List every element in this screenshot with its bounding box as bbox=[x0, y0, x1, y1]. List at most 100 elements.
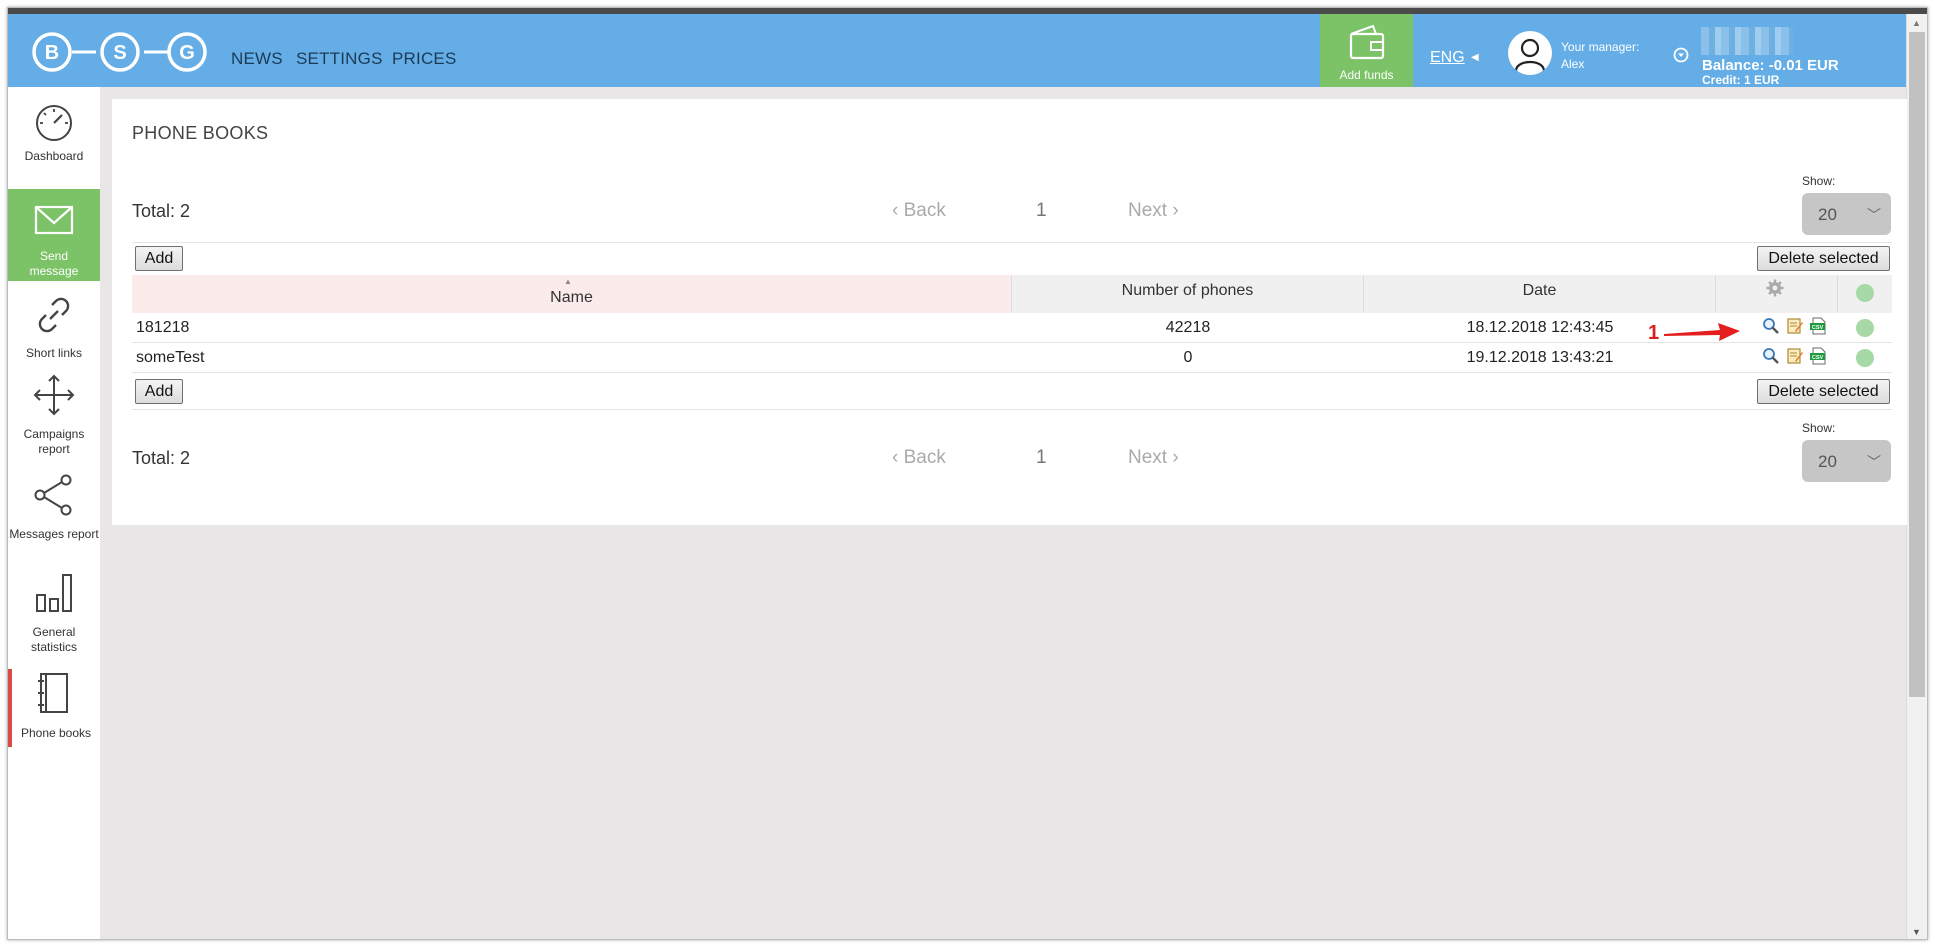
delete-selected-button-top[interactable]: Delete selected bbox=[1757, 246, 1890, 271]
select-all-toggle[interactable] bbox=[1856, 284, 1874, 302]
manager-label: Your manager: bbox=[1561, 40, 1640, 54]
pager-back-label: Back bbox=[903, 447, 946, 468]
column-header-phones[interactable]: Number of phones bbox=[1012, 275, 1364, 313]
pager-back-top[interactable]: ‹ Back bbox=[892, 200, 946, 222]
svg-text:CSV: CSV bbox=[1812, 355, 1824, 361]
sidebar-item-phone-books[interactable]: Phone books bbox=[8, 669, 100, 747]
sidebar-item-campaigns-report[interactable]: Campaigns report bbox=[8, 369, 100, 469]
show-label-bottom: Show: bbox=[1802, 421, 1836, 435]
page-size-select-bottom[interactable]: 20 ﹀ bbox=[1802, 440, 1891, 482]
top-header: B S G NEWS SETTINGS PRICES Add funds ENG… bbox=[8, 14, 1907, 87]
add-funds-button[interactable]: Add funds bbox=[1320, 14, 1413, 87]
svg-text:CSV: CSV bbox=[1812, 325, 1824, 331]
pager-next-label: Next bbox=[1128, 200, 1168, 221]
annotation-number: 1 bbox=[1648, 322, 1660, 344]
sidebar-item-send-message[interactable]: Send message bbox=[8, 189, 100, 281]
sidebar-item-general-statistics[interactable]: General statistics bbox=[8, 569, 100, 669]
balance-text: Balance: -0.01 EUR bbox=[1702, 57, 1839, 74]
caret-left-icon[interactable]: ◀ bbox=[1471, 52, 1479, 63]
scroll-thumb[interactable] bbox=[1909, 32, 1925, 697]
row-phones: 0 bbox=[1183, 349, 1193, 366]
scroll-up-icon[interactable]: ▲ bbox=[1912, 18, 1921, 28]
scroll-down-icon[interactable]: ▼ bbox=[1912, 927, 1921, 937]
row-phones: 42218 bbox=[1165, 319, 1211, 336]
sidebar-label-short-links: Short links bbox=[25, 346, 83, 360]
nav-news[interactable]: NEWS bbox=[231, 49, 283, 69]
envelope-icon bbox=[34, 205, 74, 235]
edit-icon[interactable] bbox=[1786, 317, 1804, 335]
pager-page-bottom[interactable]: 1 bbox=[1036, 447, 1047, 469]
csv-export-icon[interactable]: CSV bbox=[1809, 317, 1827, 335]
sidebar-label-messages-report: Messages report bbox=[9, 527, 99, 541]
column-header-settings[interactable] bbox=[1716, 275, 1838, 313]
csv-export-icon[interactable]: CSV bbox=[1809, 347, 1827, 365]
speedometer-icon bbox=[36, 105, 72, 141]
pager-page-top[interactable]: 1 bbox=[1036, 200, 1047, 222]
manager-avatar bbox=[1508, 31, 1552, 75]
row-name[interactable]: 181218 bbox=[136, 319, 189, 337]
sidebar-label-general-statistics: General statistics bbox=[30, 625, 77, 654]
column-header-name[interactable]: ▲ Name bbox=[132, 275, 1012, 313]
page-title: PHONE BOOKS bbox=[132, 123, 269, 143]
column-header-date-label: Date bbox=[1522, 282, 1557, 299]
sidebar-item-dashboard[interactable]: Dashboard bbox=[8, 87, 100, 172]
add-funds-label: Add funds bbox=[1339, 68, 1394, 82]
bar-chart-icon bbox=[36, 574, 72, 612]
table-row[interactable]: 181218 42218 18.12.2018 12:43:45 CSV bbox=[132, 313, 1892, 343]
total-count-bottom: Total: 2 bbox=[132, 448, 191, 468]
phone-books-panel: PHONE BOOKS Total: 2 ‹ Back 1 Next › Sho… bbox=[112, 99, 1907, 525]
sidebar-label-dashboard: Dashboard bbox=[24, 149, 84, 163]
logo-letter-s: S bbox=[113, 42, 126, 64]
divider bbox=[132, 242, 1892, 243]
column-header-phones-label: Number of phones bbox=[1121, 282, 1254, 299]
move-arrows-icon bbox=[33, 374, 75, 416]
sort-up-icon: ▲ bbox=[564, 277, 572, 286]
manager-name: Alex bbox=[1561, 57, 1585, 71]
sidebar-label-send-message: Send message bbox=[29, 249, 79, 278]
pager-back-bottom[interactable]: ‹ Back bbox=[892, 447, 946, 469]
sidebar-label-phone-books: Phone books bbox=[20, 726, 92, 740]
language-selector[interactable]: ENG bbox=[1430, 49, 1465, 67]
table-row[interactable]: someTest 0 19.12.2018 13:43:21 CSV bbox=[132, 343, 1892, 373]
credit-text: Credit: 1 EUR bbox=[1702, 73, 1780, 87]
blurred-account-name bbox=[1701, 27, 1793, 55]
bsg-logo[interactable]: B S G bbox=[32, 28, 207, 76]
pager-next-bottom[interactable]: Next › bbox=[1128, 447, 1179, 469]
sidebar-item-messages-report[interactable]: Messages report bbox=[8, 469, 100, 569]
row-select-toggle[interactable] bbox=[1856, 319, 1874, 337]
link-icon bbox=[38, 297, 70, 333]
notebook-icon bbox=[38, 673, 68, 713]
chevron-down-icon: ﹀ bbox=[1867, 207, 1881, 223]
page-size-select-top[interactable]: 20 ﹀ bbox=[1802, 193, 1891, 235]
sidebar-label-campaigns-report: Campaigns report bbox=[23, 427, 85, 456]
column-header-date[interactable]: Date bbox=[1364, 275, 1716, 313]
add-button-bottom[interactable]: Add bbox=[135, 379, 183, 404]
row-select-toggle[interactable] bbox=[1856, 349, 1874, 367]
chevron-down-icon: ﹀ bbox=[1867, 454, 1881, 470]
gear-icon[interactable] bbox=[1766, 279, 1784, 297]
browser-window: B S G NEWS SETTINGS PRICES Add funds ENG… bbox=[7, 7, 1928, 940]
delete-selected-button-bottom[interactable]: Delete selected bbox=[1757, 379, 1890, 404]
dropdown-circle-icon[interactable] bbox=[1673, 47, 1689, 63]
sidebar-item-short-links[interactable]: Short links bbox=[8, 287, 100, 367]
magnifier-icon[interactable] bbox=[1762, 347, 1780, 365]
user-icon bbox=[1514, 38, 1546, 72]
add-button-top[interactable]: Add bbox=[135, 246, 183, 271]
divider bbox=[132, 409, 1892, 410]
nav-settings[interactable]: SETTINGS bbox=[296, 49, 383, 69]
row-name[interactable]: someTest bbox=[136, 349, 204, 367]
page-size-value: 20 bbox=[1818, 452, 1837, 471]
row-date: 19.12.2018 13:43:21 bbox=[1466, 349, 1614, 366]
nav-prices[interactable]: PRICES bbox=[392, 49, 457, 69]
total-count-top: Total: 2 bbox=[132, 201, 191, 221]
page-scrollbar[interactable]: ▲ ▼ bbox=[1906, 14, 1927, 939]
pager-back-label: Back bbox=[903, 200, 946, 221]
column-header-select-all[interactable] bbox=[1838, 275, 1892, 313]
edit-icon[interactable] bbox=[1786, 347, 1804, 365]
sidebar: Dashboard Send message Short links Campa… bbox=[8, 87, 100, 939]
magnifier-icon[interactable] bbox=[1762, 317, 1780, 335]
annotation-arrow-icon bbox=[1664, 323, 1740, 341]
table-header: ▲ Name Number of phones Date bbox=[132, 275, 1892, 313]
pager-next-top[interactable]: Next › bbox=[1128, 200, 1179, 222]
show-label-top: Show: bbox=[1802, 174, 1836, 188]
